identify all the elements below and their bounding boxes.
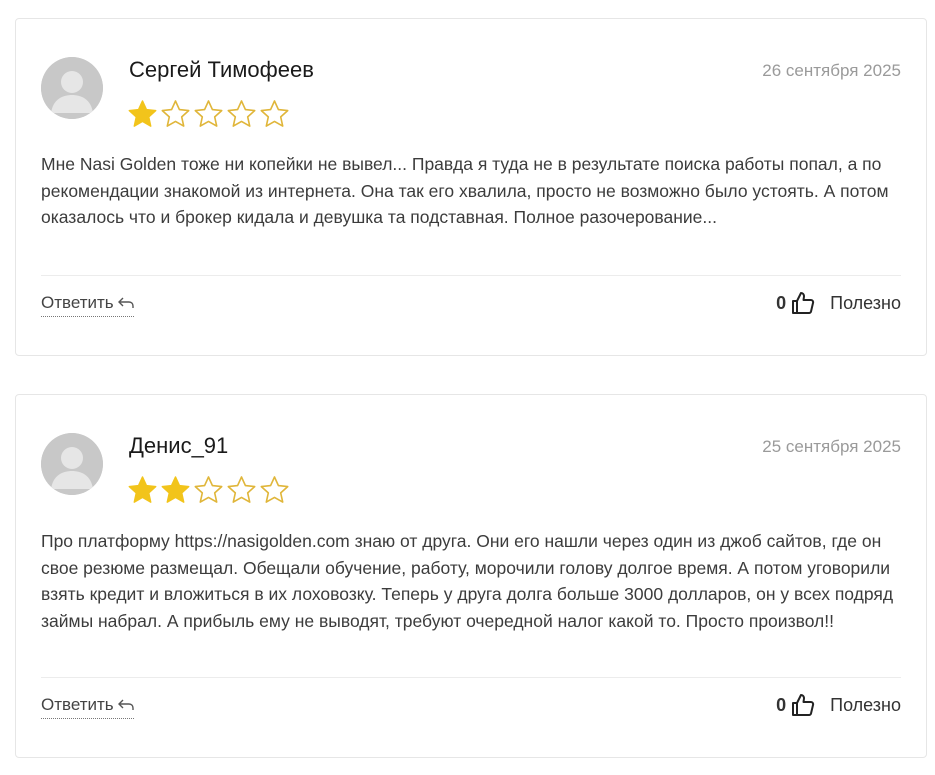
reply-arrow-icon — [117, 699, 134, 710]
review-card: Сергей Тимофеев 26 сентября 2025 Мне Nas… — [15, 18, 927, 356]
user-silhouette-icon — [41, 57, 103, 119]
star-filled-icon — [128, 476, 157, 503]
review-author: Сергей Тимофеев — [129, 57, 314, 82]
star-empty-icon — [161, 100, 190, 127]
star-rating — [127, 99, 290, 130]
helpful-count: 0 — [776, 292, 787, 313]
star-filled-icon — [128, 100, 157, 127]
user-silhouette-icon — [41, 433, 103, 495]
helpful-control: 0 Полезно — [776, 290, 901, 316]
review-author: Денис_91 — [129, 433, 229, 458]
reply-button[interactable]: Ответить — [41, 293, 134, 317]
star-filled-icon — [161, 476, 190, 503]
reply-button[interactable]: Ответить — [41, 695, 134, 719]
review-date: 25 сентября 2025 — [762, 437, 901, 456]
divider — [41, 275, 901, 276]
review-date: 26 сентября 2025 — [762, 61, 901, 80]
star-empty-icon — [194, 100, 223, 127]
helpful-count: 0 — [776, 694, 787, 715]
avatar — [41, 57, 103, 119]
star-empty-icon — [260, 476, 289, 503]
helpful-button[interactable]: Полезно — [830, 695, 901, 716]
star-rating — [127, 475, 290, 506]
reply-arrow-icon — [117, 297, 134, 308]
star-empty-icon — [194, 476, 223, 503]
thumbs-up-icon[interactable] — [790, 290, 816, 316]
avatar — [41, 433, 103, 495]
thumbs-up-icon[interactable] — [790, 692, 816, 718]
reply-label: Ответить — [41, 695, 114, 714]
divider — [41, 677, 901, 678]
star-empty-icon — [227, 100, 256, 127]
helpful-control: 0 Полезно — [776, 692, 901, 718]
helpful-button[interactable]: Полезно — [830, 293, 901, 314]
review-text: Про платформу https://nasigolden.com зна… — [41, 531, 894, 631]
star-empty-icon — [260, 100, 289, 127]
review-card: Денис_91 25 сентября 2025 Про платформу … — [15, 394, 927, 758]
review-text: Мне Nasi Golden тоже ни копейки не вывел… — [41, 154, 889, 227]
star-empty-icon — [227, 476, 256, 503]
reply-label: Ответить — [41, 293, 114, 312]
